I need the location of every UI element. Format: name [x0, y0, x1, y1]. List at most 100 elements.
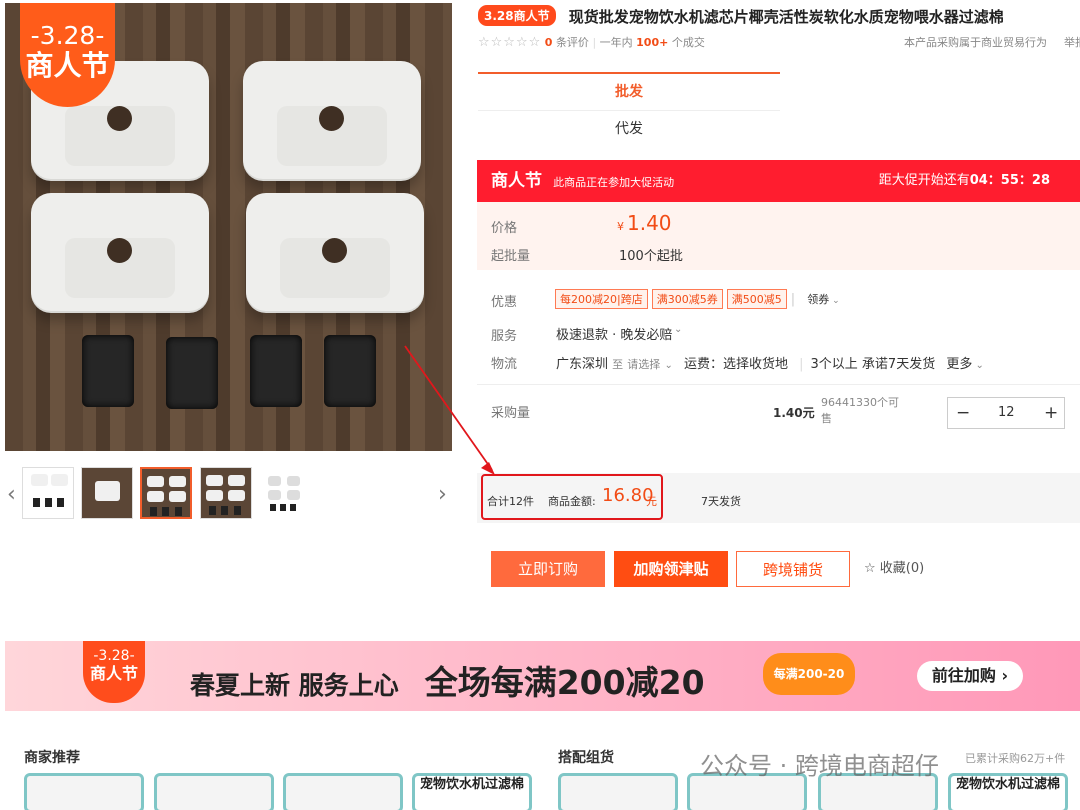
- order-now-button[interactable]: 立即订购: [491, 551, 605, 587]
- product-title-text: 现货批发宠物饮水机滤芯片椰壳活性炭软化水质宠物喂水器过滤棉: [568, 8, 1004, 26]
- shipping-time: 7天发货: [701, 495, 741, 508]
- bundle-title: 搭配组货: [558, 750, 614, 766]
- previous-thumb-button[interactable]: ‹: [7, 482, 16, 507]
- year-label: 一年内: [599, 36, 633, 49]
- next-thumb-button[interactable]: ›: [438, 482, 447, 507]
- chevron-down-icon: ⌄: [829, 296, 840, 306]
- quantity-stepper: − 12 +: [947, 397, 1065, 429]
- service-value[interactable]: 极速退款 · 晚发必赔: [556, 324, 672, 343]
- moq-label: 起批量: [491, 249, 531, 264]
- chevron-down-icon: ⌄: [664, 360, 673, 371]
- thumbnail-4[interactable]: [200, 467, 252, 519]
- purchase-unit-price: 1.40元: [773, 406, 815, 420]
- merchant-recommendations-title: 商家推荐: [24, 750, 80, 766]
- rating-row: ☆☆☆☆☆ 0 条评价 | 一年内 100+ 个成交 本产品采购属于商业贸易行为…: [478, 34, 1080, 52]
- destination-select[interactable]: 请选择: [627, 358, 660, 371]
- price-value: 1.40: [627, 211, 672, 235]
- product-card[interactable]: 宠物饮水机过滤棉: [948, 773, 1068, 810]
- chevron-down-icon: ⌄: [674, 324, 683, 335]
- cross-border-listing-button[interactable]: 跨境铺货: [736, 551, 850, 587]
- banner-slogan: 春夏上新 服务上心: [190, 671, 399, 700]
- origin: 广东深圳: [556, 357, 609, 372]
- add-cart-subsidy-button[interactable]: 加购领津贴: [614, 551, 728, 587]
- product-card[interactable]: [24, 773, 144, 810]
- sold-count: 100+: [636, 36, 669, 49]
- foam-filter-image: [250, 335, 302, 407]
- moq-value: 100个起批: [619, 249, 683, 264]
- sales-tabs: 批发 代发: [478, 72, 780, 150]
- wechat-watermark: 公众号 · 跨境电商超仔: [700, 752, 939, 780]
- star-rating: ☆☆☆☆☆: [478, 35, 542, 50]
- sold-note: 已累计采购62万+件: [965, 752, 1066, 765]
- report-link[interactable]: 举报: [1064, 34, 1080, 50]
- product-card[interactable]: [283, 773, 403, 810]
- countdown: 距大促开始还有04：55：28: [879, 160, 1050, 202]
- logistics-row: 广东深圳 至 请选择 ⌄ 运费：选择收货地 | 3个以上 承诺7天发货 更多 ⌄: [556, 357, 984, 372]
- price-box: 价格 ¥1.40 起批量 100个起批: [477, 202, 1080, 270]
- product-card[interactable]: [558, 773, 678, 810]
- quantity-input[interactable]: 12: [998, 405, 1015, 420]
- promotion-brand: 商人节: [491, 171, 542, 191]
- banner-coupon: 每满200-20: [763, 653, 855, 695]
- countdown-label: 距大促开始还有: [878, 173, 970, 188]
- foam-filter-image: [324, 335, 376, 407]
- coupon-2[interactable]: 满300减5券: [651, 289, 723, 309]
- thumbnail-1[interactable]: [22, 467, 74, 519]
- product-page: { "gallery":{"badge_date":"-3.28-","badg…: [0, 0, 1080, 810]
- festival-badge: -3.28- 商人节: [20, 3, 115, 107]
- product-title: 3.28商人节 现货批发宠物饮水机滤芯片椰壳活性炭软化水质宠物喂水器过滤棉: [478, 5, 1078, 29]
- review-count[interactable]: 0: [545, 36, 553, 49]
- product-card[interactable]: [154, 773, 274, 810]
- thumbnail-3[interactable]: [140, 467, 192, 519]
- sold-label: 个成交: [671, 36, 705, 49]
- purchase-label: 采购量: [491, 406, 531, 421]
- thumbnail-strip: ‹ ›: [0, 462, 460, 526]
- freight-info[interactable]: 运费：选择收货地: [684, 357, 788, 372]
- promotion-banner[interactable]: -3.28- 商人节 春夏上新 服务上心 全场每满200减20 每满200-20 前…: [5, 641, 1080, 711]
- thumbnail-5[interactable]: [259, 467, 311, 519]
- promotion-bar: 商人节 此商品正在参加大促活动 距大促开始还有04：55：28: [477, 160, 1080, 202]
- product-main-image[interactable]: -3.28- 商人节: [5, 3, 452, 451]
- review-label: 条评价: [555, 36, 589, 49]
- coupon-3[interactable]: 满500减5: [726, 289, 787, 309]
- more-link[interactable]: 更多: [946, 357, 972, 372]
- purchase-row: 采购量 1.40元 96441330个可售 − 12 +: [477, 384, 1080, 440]
- foam-filter-image: [82, 335, 134, 407]
- foam-filter-image: [166, 337, 218, 409]
- chevron-right-icon: ›: [1001, 666, 1009, 685]
- star-icon: ☆: [864, 561, 876, 576]
- tab-wholesale[interactable]: 批发: [478, 74, 780, 111]
- coupon-link[interactable]: 领券: [807, 293, 829, 306]
- countdown-time: 04：55：28: [969, 173, 1050, 188]
- banner-discount: 全场每满200减20: [424, 663, 705, 702]
- festival-tag: 3.28商人节: [478, 5, 556, 26]
- tab-dropship[interactable]: 代发: [478, 111, 780, 148]
- price-label: 价格: [491, 221, 518, 236]
- filter-pad-image: [31, 193, 209, 311]
- stock-available: 96441330个可售: [821, 396, 899, 425]
- banner-badge: -3.28- 商人节: [83, 641, 145, 703]
- logistics-label: 物流: [491, 357, 518, 372]
- coupon-list: 每200减20|跨店 满300减5券 满500减5 | 领券 ⌄: [555, 289, 840, 309]
- price-symbol: ¥: [617, 220, 624, 233]
- minus-button[interactable]: −: [956, 403, 970, 423]
- chevron-down-icon: ⌄: [972, 360, 984, 371]
- filter-pad-image: [246, 193, 424, 311]
- filter-pad-image: [243, 61, 421, 179]
- coupon-1[interactable]: 每200减20|跨店: [555, 289, 648, 309]
- banner-go-button[interactable]: 前往加购 ›: [917, 661, 1023, 691]
- favorite-label: 收藏(0): [879, 561, 925, 576]
- unit-price: ¥1.40: [617, 211, 672, 235]
- favorite-button[interactable]: ☆ 收藏(0): [864, 551, 930, 587]
- banner-headline: 春夏上新 服务上心 全场每满200减20: [190, 656, 705, 704]
- thumbnail-2[interactable]: [81, 467, 133, 519]
- plus-button[interactable]: +: [1044, 403, 1058, 423]
- product-summary: -3.28- 商人节 ‹ › 3.28商人节 现货批发宠物饮水机滤芯片椰壳活性炭…: [0, 0, 1080, 620]
- offer-label: 优惠: [491, 295, 518, 310]
- product-card[interactable]: 宠物饮水机过滤棉: [412, 773, 532, 810]
- service-label: 服务: [491, 329, 518, 344]
- to-label: 至: [612, 358, 624, 371]
- promotion-subtitle: 此商品正在参加大促活动: [553, 176, 675, 189]
- delivery-promise: 3个以上 承诺7天发货: [810, 357, 936, 372]
- total-highlight-box: [481, 474, 663, 520]
